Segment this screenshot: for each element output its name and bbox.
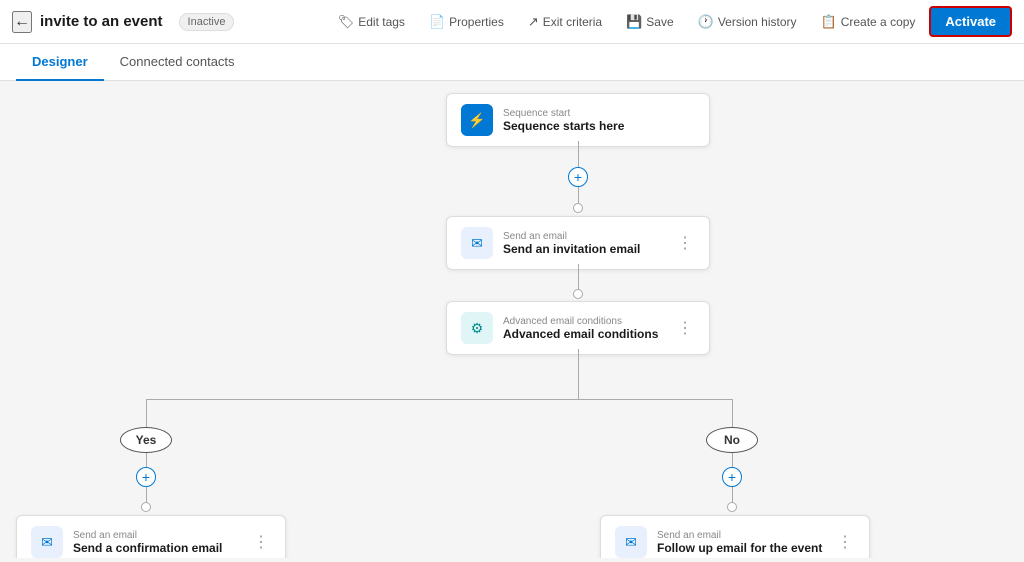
send-email-no-icon: ✉: [615, 526, 647, 558]
create-copy-icon: 📋: [821, 14, 837, 30]
connector-4: [578, 349, 579, 399]
connector-no-2: [732, 453, 733, 467]
no-oval: No: [706, 427, 758, 453]
sequence-start-label: Sequence start: [503, 108, 695, 119]
send-email-no-label: Send an email: [657, 530, 825, 541]
add-button-no[interactable]: +: [722, 467, 742, 487]
advanced-conditions-main-title: Advanced email conditions: [503, 327, 665, 341]
activate-button[interactable]: Activate: [929, 6, 1012, 37]
add-button-yes[interactable]: +: [136, 467, 156, 487]
version-history-icon: 🕐: [698, 14, 714, 30]
connector-h-main: [146, 399, 732, 400]
save-button[interactable]: 💾 Save: [616, 9, 684, 35]
connector-yes-2: [146, 453, 147, 467]
header: ← invite to an event Inactive 🏷 Edit tag…: [0, 0, 1024, 44]
tab-connected-contacts[interactable]: Connected contacts: [104, 44, 251, 81]
connector-yes-1: [146, 399, 147, 427]
connector-1: [578, 141, 579, 167]
add-button-1[interactable]: +: [568, 167, 588, 187]
save-icon: 💾: [626, 14, 642, 30]
send-email-no-menu[interactable]: ⋮: [835, 530, 855, 554]
send-email-1-label: Send an email: [503, 231, 665, 242]
yes-oval: Yes: [120, 427, 172, 453]
send-email-1-title: Send an invitation email: [503, 242, 665, 256]
create-copy-button[interactable]: 📋 Create a copy: [811, 9, 926, 35]
send-email-yes-title: Send a confirmation email: [73, 541, 241, 555]
canvas: ⚡ Sequence start Sequence starts here + …: [0, 81, 1024, 558]
connector-3: [578, 264, 579, 290]
send-email-no-node[interactable]: ✉ Send an email Follow up email for the …: [600, 515, 870, 558]
status-badge: Inactive: [179, 13, 235, 31]
sequence-start-node[interactable]: ⚡ Sequence start Sequence starts here: [446, 93, 710, 147]
dot-1: [573, 203, 583, 213]
sequence-start-icon: ⚡: [461, 104, 493, 136]
connector-yes-3: [146, 487, 147, 503]
dot-yes: [141, 502, 151, 512]
send-email-yes-menu[interactable]: ⋮: [251, 530, 271, 554]
exit-criteria-button[interactable]: ↗ Exit criteria: [518, 9, 612, 35]
send-email-1-menu[interactable]: ⋮: [675, 231, 695, 255]
dot-no: [727, 502, 737, 512]
send-email-yes-node[interactable]: ✉ Send an email Send a confirmation emai…: [16, 515, 286, 558]
exit-criteria-icon: ↗: [528, 14, 539, 30]
properties-button[interactable]: 📄 Properties: [419, 9, 514, 35]
send-email-yes-icon: ✉: [31, 526, 63, 558]
connector-no-1: [732, 399, 733, 427]
send-email-yes-label: Send an email: [73, 530, 241, 541]
page-title: invite to an event: [40, 13, 163, 30]
connector-no-3: [732, 487, 733, 503]
properties-icon: 📄: [429, 14, 445, 30]
send-email-1-icon: ✉: [461, 227, 493, 259]
sequence-start-title: Sequence starts here: [503, 119, 695, 133]
send-email-no-title: Follow up email for the event: [657, 541, 825, 555]
tabs: Designer Connected contacts: [0, 44, 1024, 81]
edit-tags-icon: 🏷: [338, 14, 355, 30]
advanced-conditions-main-menu[interactable]: ⋮: [675, 316, 695, 340]
connector-2: [578, 187, 579, 203]
version-history-button[interactable]: 🕐 Version history: [688, 9, 807, 35]
advanced-conditions-main-label: Advanced email conditions: [503, 316, 665, 327]
edit-tags-button[interactable]: 🏷 Edit tags: [328, 9, 415, 35]
advanced-conditions-main-icon: ⚙: [461, 312, 493, 344]
advanced-conditions-main-node[interactable]: ⚙ Advanced email conditions Advanced ema…: [446, 301, 710, 355]
back-button[interactable]: ←: [12, 11, 32, 33]
tab-designer[interactable]: Designer: [16, 44, 104, 81]
dot-2: [573, 289, 583, 299]
header-actions: 🏷 Edit tags 📄 Properties ↗ Exit criteria…: [328, 6, 1012, 37]
send-email-1-node[interactable]: ✉ Send an email Send an invitation email…: [446, 216, 710, 270]
